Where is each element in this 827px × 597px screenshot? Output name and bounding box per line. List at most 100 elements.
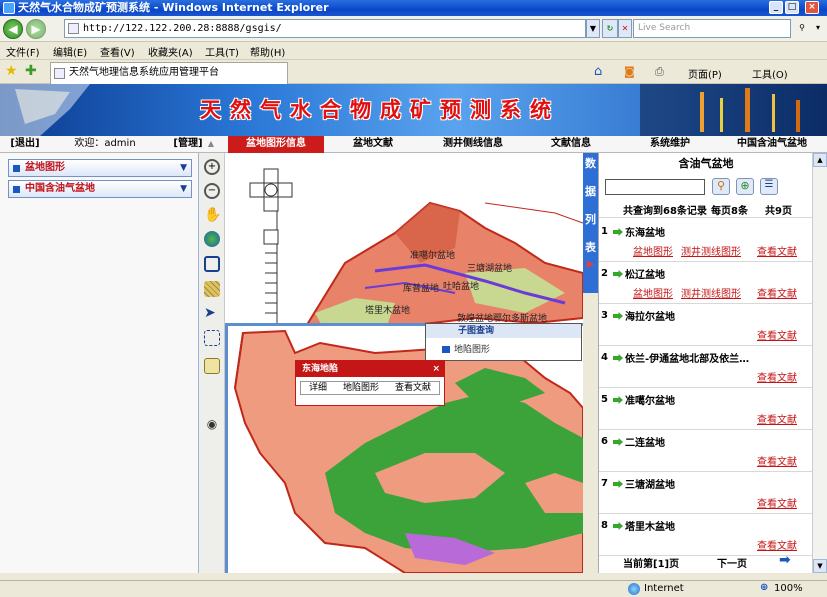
view-docs-link[interactable]: 查看文献 [757, 411, 797, 426]
basin-graph-link[interactable]: 盆地图形 [633, 243, 673, 258]
view-docs-link[interactable]: 查看文献 [757, 453, 797, 468]
results-title: 含油气盆地 [678, 157, 734, 170]
green-arrow-icon [613, 438, 623, 446]
back-icon[interactable]: ◀ [3, 19, 23, 39]
tab-basin-docs[interactable]: 盆地文献 [328, 136, 418, 153]
menu-favorites[interactable]: 收藏夹(A) [148, 44, 193, 59]
scroll-up-icon[interactable]: ▲ [813, 153, 827, 167]
well-line-link[interactable]: 测井测线图形 [681, 243, 741, 258]
item-name[interactable]: 东海盆地 [625, 224, 665, 239]
select-arrow-icon[interactable]: ➤ [204, 305, 220, 321]
zoom-in-icon[interactable]: + [204, 159, 220, 175]
refresh-icon[interactable]: ↻ [602, 19, 618, 38]
green-arrow-icon [613, 396, 623, 404]
well-line-link[interactable]: 测井测线图形 [681, 285, 741, 300]
close-button[interactable]: × [805, 1, 819, 14]
tab-system[interactable]: 系统维护 [624, 136, 716, 153]
menu-view[interactable]: 查看(V) [100, 44, 135, 59]
zoom-icon[interactable]: ⊕ [760, 582, 768, 593]
ie-icon [3, 2, 15, 14]
menu-help[interactable]: 帮助(H) [250, 44, 285, 59]
view-docs-link[interactable]: 查看文献 [757, 369, 797, 384]
popup-detail-link[interactable]: 详细 [309, 382, 327, 394]
tab-china-basins[interactable]: 中国含油气盆地 [720, 136, 824, 153]
menu-tools[interactable]: 工具(T) [205, 44, 239, 59]
view-docs-link[interactable]: 查看文献 [757, 285, 797, 300]
zoom-out-icon[interactable]: − [204, 183, 220, 199]
next-page-link[interactable]: 下一页 [717, 555, 747, 570]
basin-graph-link[interactable]: 盆地图形 [633, 285, 673, 300]
item-name[interactable]: 塔里木盆地 [625, 518, 675, 533]
page-scrollbar[interactable]: ▲ ▼ [812, 153, 827, 573]
map-view[interactable]: 准噶尔盆地 三塘湖盆地 吐哈盆地 库普盆地 塔里木盆地 鄂尔多斯盆地 敦煌盆地 … [225, 153, 583, 573]
tools-menu[interactable]: 工具(O) [752, 66, 788, 81]
basin-popup-header: 东海地陷 × [296, 361, 444, 377]
vtab-char: 表 [585, 241, 596, 254]
list-item: 3 海拉尔盆地 查看文献 [599, 304, 813, 346]
print-icon[interactable]: ⎙ [655, 65, 664, 79]
item-name[interactable]: 准噶尔盆地 [625, 392, 675, 407]
favorites-bar: ★ ✚ 天然气地理信息系统应用管理平台 ⌂ ◙ ⎙ 页面(P) 工具(O) [0, 60, 827, 84]
live-search-input[interactable]: Live Search [633, 19, 791, 38]
list-view-button[interactable]: ☰ [760, 178, 778, 195]
search-button[interactable]: ⚲ [712, 178, 730, 195]
item-name[interactable]: 三塘湖盆地 [625, 476, 675, 491]
tab-basin-graphics[interactable]: 盆地图形信息 [228, 136, 324, 153]
data-list-tab[interactable]: 数 据 列 表 ▶ [583, 153, 598, 293]
submap-item[interactable]: 地陷图形 [426, 342, 581, 358]
scroll-down-icon[interactable]: ▼ [813, 559, 827, 573]
pan-hand-icon[interactable]: ✋ [204, 207, 221, 223]
view-docs-link[interactable]: 查看文献 [757, 327, 797, 342]
add-favorite-icon[interactable]: ✚ [25, 63, 37, 79]
url-input[interactable]: http://122.122.200.28:8888/gsgis/ [64, 19, 586, 38]
minimize-button[interactable]: _ [769, 1, 783, 14]
search-options-icon[interactable]: ▾ [811, 19, 825, 38]
menu-file[interactable]: 文件(F) [6, 44, 40, 59]
stop-icon[interactable]: ✕ [618, 19, 632, 38]
menu-edit[interactable]: 编辑(E) [53, 44, 87, 59]
submap-item-label: 地陷图形 [454, 345, 491, 355]
favorites-star-icon[interactable]: ★ [5, 63, 18, 79]
url-dropdown-icon[interactable]: ▼ [586, 19, 600, 38]
tab-well-lines[interactable]: 测井侧线信息 [423, 136, 523, 153]
home-icon[interactable]: ⌂ [594, 64, 602, 79]
maximize-button[interactable]: □ [785, 1, 799, 14]
left-item-basin-graphics[interactable]: 盆地图形 ▼ [8, 159, 192, 177]
globe-icon[interactable] [204, 231, 220, 247]
page-menu[interactable]: 页面(P) [688, 66, 722, 81]
collapse-icon[interactable]: ▲ [206, 136, 216, 153]
search-icon[interactable]: ⚲ [793, 19, 811, 38]
feeds-icon[interactable]: ◙ [624, 65, 635, 78]
item-name[interactable]: 二连盆地 [625, 434, 665, 449]
zoom-level[interactable]: 100% [774, 583, 803, 594]
view-docs-link[interactable]: 查看文献 [757, 537, 797, 552]
layers-icon[interactable] [204, 256, 220, 272]
submap-menu: 子图查询 地陷图形 [425, 323, 582, 361]
address-bar: ◀ ▶ http://122.122.200.28:8888/gsgis/ ▼ … [0, 16, 827, 42]
popup-graph-link[interactable]: 地陷图形 [343, 382, 379, 394]
box-select-icon[interactable] [204, 330, 220, 346]
results-pages: 共9页 [765, 206, 792, 217]
view-docs-link[interactable]: 查看文献 [757, 243, 797, 258]
map-label: 准噶尔盆地 [410, 251, 456, 261]
tab-literature[interactable]: 文献信息 [528, 136, 614, 153]
item-number: 5 [601, 394, 608, 405]
popup-docs-link[interactable]: 查看文献 [395, 382, 431, 394]
logout-link[interactable]: [退出] [6, 136, 44, 153]
view-docs-link[interactable]: 查看文献 [757, 495, 797, 510]
eye-icon[interactable]: ◉ [204, 417, 220, 433]
left-item-china-basins[interactable]: 中国含油气盆地 ▼ [8, 180, 192, 198]
forward-icon[interactable]: ▶ [26, 19, 46, 39]
item-name[interactable]: 依兰-伊通盆地北部及依兰… [625, 350, 749, 365]
manage-link[interactable]: [管理] [170, 136, 206, 153]
ruler-icon[interactable] [204, 281, 220, 297]
advanced-search-button[interactable]: ⊕ [736, 178, 754, 195]
item-name[interactable]: 海拉尔盆地 [625, 308, 675, 323]
popup-close-icon[interactable]: × [432, 361, 440, 377]
export-icon[interactable] [204, 358, 220, 374]
next-arrow-icon[interactable]: ➡ [779, 552, 791, 568]
browser-tab[interactable]: 天然气地理信息系统应用管理平台 [50, 62, 288, 84]
results-search-input[interactable] [605, 179, 705, 195]
basin-popup-title: 东海地陷 [302, 364, 339, 374]
item-name[interactable]: 松辽盆地 [625, 266, 665, 281]
